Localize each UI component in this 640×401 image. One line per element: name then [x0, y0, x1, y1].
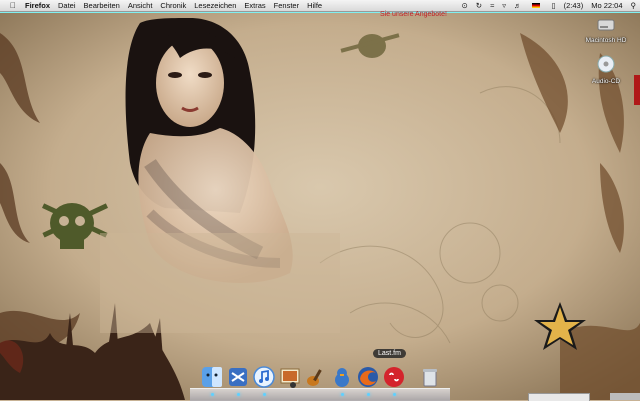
dock-item-itunes[interactable] — [252, 365, 276, 389]
hard-drive-icon — [597, 18, 615, 32]
guitar-icon — [304, 365, 328, 389]
volume-icon[interactable]: ♬ — [510, 0, 526, 11]
menu-fenster[interactable]: Fenster — [270, 0, 303, 11]
desktop-wallpaper — [0, 13, 640, 400]
dock-tooltip: Last.fm — [373, 349, 406, 358]
running-indicator — [211, 393, 214, 396]
flag-icon[interactable] — [525, 0, 547, 11]
menu-bar:  Firefox Datei Bearbeiten Ansicht Chron… — [0, 0, 640, 12]
running-indicator — [341, 393, 344, 396]
running-indicator — [263, 393, 266, 396]
dock-item-adium[interactable] — [330, 365, 354, 389]
desktop-icon-label: Macintosh HD — [576, 37, 636, 44]
desktop-icon-label: Audio-CD — [576, 78, 636, 85]
duck-icon — [330, 365, 354, 389]
window-tab-secondary[interactable] — [610, 393, 640, 400]
menu-chronik[interactable]: Chronik — [156, 0, 190, 11]
menu-extras[interactable]: Extras — [240, 0, 269, 11]
battery-time[interactable]: (2:43) — [560, 0, 588, 11]
spotlight-icon[interactable]: ⚲ — [627, 0, 640, 11]
running-indicator — [237, 393, 240, 396]
desktop-icon-audio-cd[interactable]: Audio-CD — [576, 55, 636, 85]
desktop-icon-macintosh-hd[interactable]: Macintosh HD — [576, 18, 636, 44]
dock-item-lastfm[interactable] — [382, 365, 406, 389]
wallpaper-art — [0, 13, 640, 400]
iphoto-icon — [278, 365, 302, 389]
wifi-icon[interactable]: ≈ — [486, 0, 498, 11]
notice-text: Sie unsere Angebote! — [380, 11, 447, 18]
menu-extras-area: ⊙ ↻ ≈ ▿ ♬ ▯ (2:43) Mo 22:04 ⚲ — [458, 0, 640, 11]
dock — [190, 388, 450, 401]
menu-hilfe[interactable]: Hilfe — [303, 0, 326, 11]
menu-lesezeichen[interactable]: Lesezeichen — [190, 0, 240, 11]
dock-item-mail[interactable] — [226, 365, 250, 389]
mail-icon — [226, 365, 250, 389]
running-indicator — [367, 393, 370, 396]
clock[interactable]: Mo 22:04 — [587, 0, 626, 11]
menu-app-name[interactable]: Firefox — [22, 0, 54, 11]
dock-item-iphoto[interactable] — [278, 365, 302, 389]
dock-item-finder[interactable] — [200, 365, 224, 389]
time-machine-icon[interactable]: ↻ — [472, 0, 486, 11]
dock-item-trash[interactable] — [418, 365, 442, 389]
sync-icon[interactable]: ⊙ — [458, 0, 472, 11]
firefox-icon — [356, 365, 380, 389]
menu-datei[interactable]: Datei — [54, 0, 80, 11]
finder-icon — [200, 365, 224, 389]
itunes-icon — [252, 365, 276, 389]
apple-menu-icon[interactable]:  — [9, 0, 17, 11]
bluetooth-icon[interactable]: ▿ — [498, 0, 510, 11]
lastfm-icon — [382, 365, 406, 389]
trash-icon — [418, 365, 442, 389]
menu-ansicht[interactable]: Ansicht — [124, 0, 157, 11]
dock-item-firefox[interactable] — [356, 365, 380, 389]
running-indicator — [393, 393, 396, 396]
cd-icon — [597, 55, 615, 73]
dock-item-garageband[interactable] — [304, 365, 328, 389]
menu-bearbeiten[interactable]: Bearbeiten — [80, 0, 124, 11]
battery-icon[interactable]: ▯ — [547, 0, 559, 11]
